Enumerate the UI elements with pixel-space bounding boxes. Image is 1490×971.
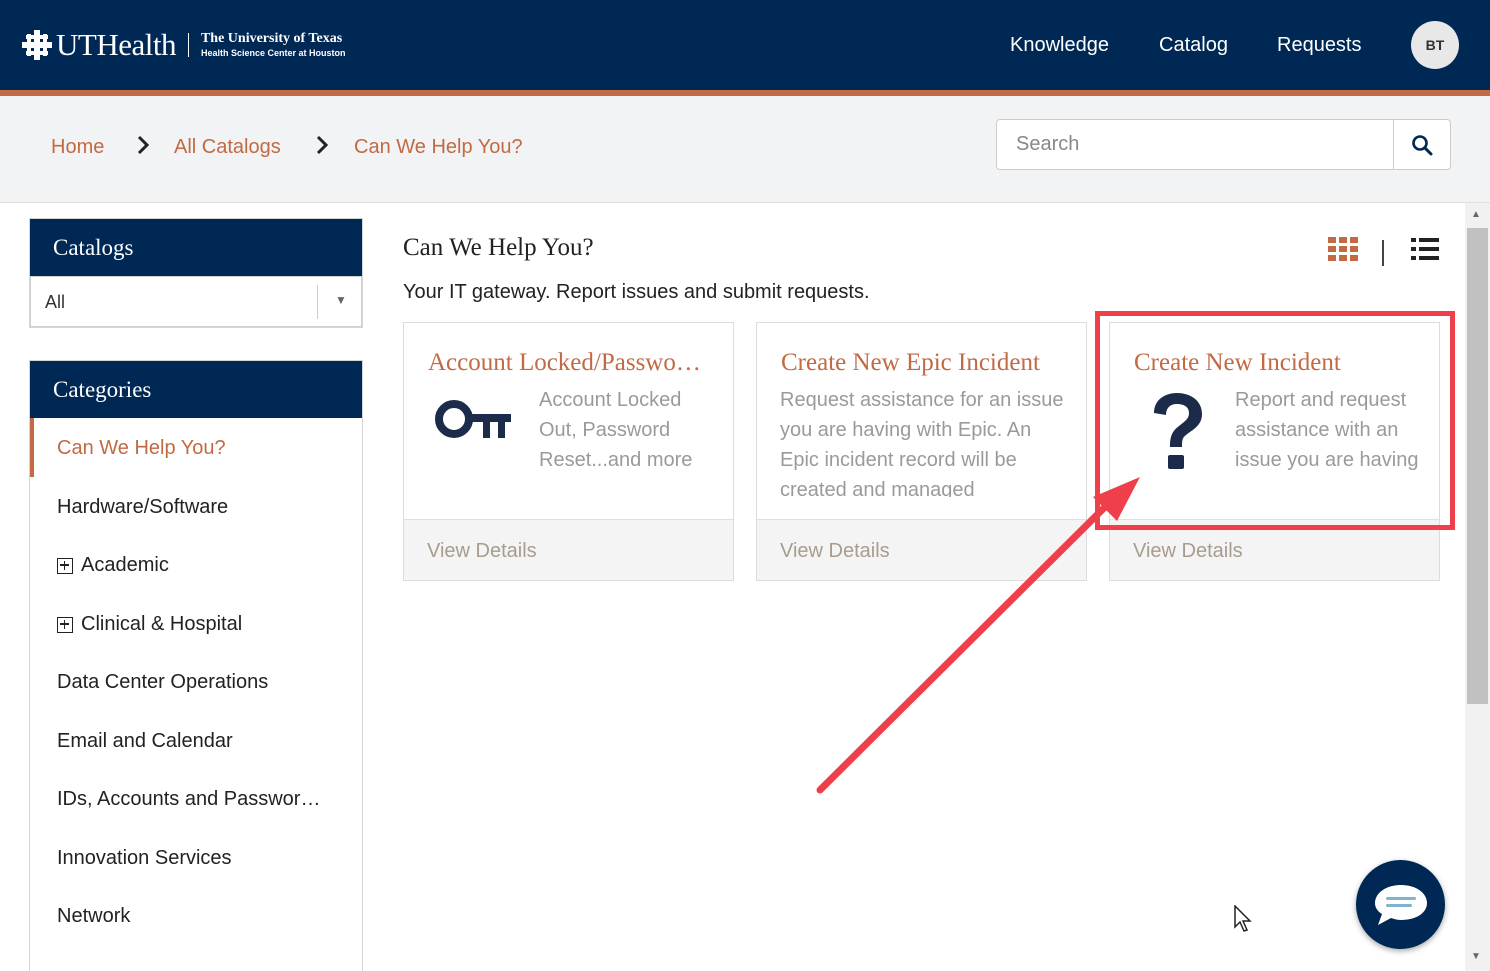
annotation-arrow-icon: [816, 477, 1140, 794]
scroll-down-icon[interactable]: ▼: [1471, 951, 1481, 962]
chat-icon: [1375, 885, 1427, 925]
chat-button[interactable]: [1356, 860, 1445, 949]
scroll-up-icon[interactable]: ▲: [1471, 209, 1481, 220]
mouse-cursor-icon: [1234, 905, 1252, 932]
scrollbar-thumb[interactable]: [1467, 228, 1488, 704]
